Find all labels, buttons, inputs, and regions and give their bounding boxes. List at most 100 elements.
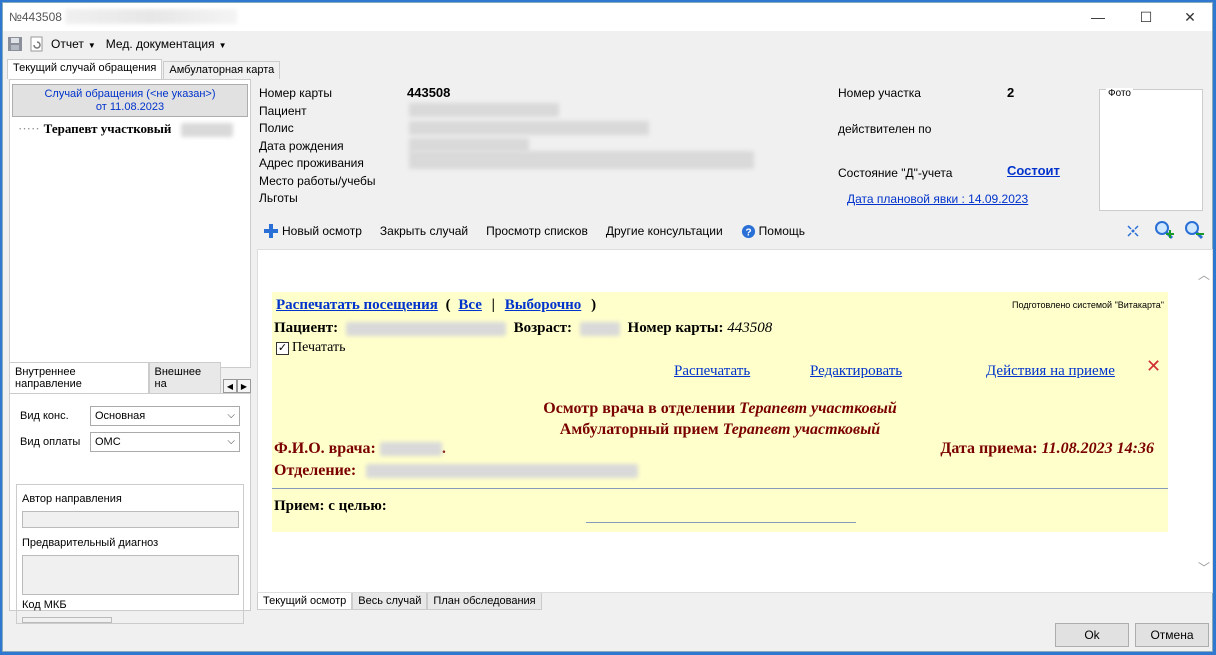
- document-scrollbar[interactable]: ︿ ﹀: [1194, 250, 1212, 592]
- fit-view-icon[interactable]: [1125, 223, 1141, 239]
- tab-whole-case[interactable]: Весь случай: [352, 593, 428, 610]
- scroll-up-icon[interactable]: ︿: [1198, 266, 1210, 283]
- title-bar: №443508 — ☐ ✕: [3, 3, 1212, 31]
- tree-item-label: Терапевт участковый: [43, 121, 172, 136]
- action-toolbar: Новый осмотр Закрыть случай Просмотр спи…: [257, 219, 1213, 243]
- menu-bar: Отчет ▼ Мед. документация ▼: [3, 33, 1212, 55]
- vid-oplaty-row: Вид оплаты ОМС ⌵: [20, 432, 240, 452]
- heading2-spec: Терапевт участковый: [722, 421, 881, 438]
- tab-external-referral[interactable]: Внешнее на: [148, 362, 221, 393]
- tree-item-therapist[interactable]: ····· Терапевт участковый: [18, 121, 233, 138]
- cancel-button[interactable]: Отмена: [1135, 623, 1209, 647]
- document-tabs: Текущий осмотр Весь случай План обследов…: [257, 593, 542, 610]
- tab-current-exam[interactable]: Текущий осмотр: [257, 593, 353, 610]
- redacted-doc-patient: [345, 321, 506, 336]
- card-label: Номер карты: [259, 86, 332, 100]
- patient-labels: Номер карты Пациент Полис Дата рождения …: [259, 85, 376, 208]
- patient-label: Пациент: [259, 103, 307, 118]
- separator: |: [491, 297, 495, 313]
- vid-kons-row: Вид конс. Основная ⌵: [20, 406, 240, 426]
- mkb-label: Код МКБ: [22, 599, 67, 611]
- menu-medical-docs[interactable]: Мед. документация ▼: [106, 37, 227, 51]
- actions-link[interactable]: Действия на приеме: [986, 363, 1115, 380]
- date-label: Дата приема:: [940, 440, 1038, 457]
- redacted-address: [409, 151, 754, 169]
- print-visits-link[interactable]: Распечатать посещения: [276, 297, 438, 313]
- purpose-label: Прием: с целью:: [274, 498, 387, 514]
- tab-exam-plan[interactable]: План обследования: [427, 593, 542, 610]
- print-visits-row: Распечатать посещения ( Все | Выборочно …: [276, 297, 596, 314]
- new-exam-label: Новый осмотр: [282, 224, 362, 238]
- visit-heading: Амбулаторный прием Терапевт участковый: [272, 421, 1168, 439]
- other-consult-button[interactable]: Другие консультации: [606, 224, 723, 238]
- close-case-button[interactable]: Закрыть случай: [380, 224, 468, 238]
- planned-visit-link[interactable]: Дата плановой явки : 14.09.2023: [847, 192, 1028, 206]
- caret-down-icon: ▼: [218, 41, 227, 50]
- d-status-label: Состояние "Д"-учета: [838, 166, 953, 180]
- policy-label: Полис: [259, 121, 294, 135]
- vid-oplaty-label: Вид оплаты: [20, 436, 81, 448]
- print-checkbox-label: Печатать: [292, 340, 346, 355]
- tab-ambulatory-card[interactable]: Амбулаторная карта: [163, 61, 281, 79]
- delete-icon[interactable]: ✕: [1146, 356, 1161, 377]
- zoom-in-icon[interactable]: [1153, 219, 1175, 241]
- divider: [272, 488, 1168, 489]
- referral-details-group: Автор направления Предварительный диагно…: [16, 484, 244, 624]
- selective-link[interactable]: Выборочно: [505, 297, 582, 313]
- prepared-by-note: Подготовлено системой "Витакарта": [1012, 300, 1164, 310]
- doc-card-label: Номер карты:: [627, 320, 724, 336]
- edit-link[interactable]: Редактировать: [810, 363, 902, 380]
- view-lists-button[interactable]: Просмотр списков: [486, 224, 588, 238]
- top-tabs: Текущий случай обращения Амбулаторная ка…: [7, 59, 281, 79]
- refresh-icon[interactable]: [29, 36, 45, 52]
- case-button[interactable]: Случай обращения (<не указан>) от 11.08.…: [12, 84, 248, 117]
- heading1-prefix: Осмотр врача в отделении: [543, 400, 736, 417]
- print-checkbox[interactable]: ✓: [276, 341, 289, 355]
- svg-text:?: ?: [745, 227, 751, 238]
- redacted-dob: [409, 138, 529, 152]
- redacted-age: [579, 321, 620, 336]
- redacted-name: [180, 123, 233, 138]
- document-view: Распечатать посещения ( Все | Выборочно …: [257, 249, 1213, 593]
- photo-box: Фото: [1099, 88, 1203, 211]
- doctor-label: Ф.И.О. врача:: [274, 440, 376, 457]
- all-link[interactable]: Все: [458, 297, 482, 313]
- mkb-field[interactable]: [22, 617, 112, 623]
- tab-scroll-right-icon[interactable]: ▶: [237, 379, 251, 393]
- date-value: 11.08.2023 14:36: [1041, 440, 1154, 457]
- save-icon[interactable]: [7, 36, 23, 52]
- plus-icon: [264, 224, 278, 238]
- help-icon: ?: [741, 224, 755, 238]
- redacted-policy: [409, 121, 649, 135]
- zoom-out-icon[interactable]: [1183, 219, 1205, 241]
- minimize-button[interactable]: —: [1075, 3, 1121, 31]
- heading2-prefix: Амбулаторный прием: [559, 421, 719, 438]
- scroll-down-icon[interactable]: ﹀: [1198, 559, 1210, 576]
- tab-current-case[interactable]: Текущий случай обращения: [7, 59, 163, 79]
- district-value: 2: [1007, 85, 1015, 100]
- new-exam-button[interactable]: Новый осмотр: [263, 223, 362, 239]
- diagnosis-field[interactable]: [22, 555, 239, 595]
- redacted-patient: [409, 103, 559, 117]
- photo-label: Фото: [1106, 88, 1133, 99]
- chevron-down-icon: ⌵: [227, 410, 235, 421]
- vid-kons-label: Вид конс.: [20, 410, 69, 422]
- window-title: №443508: [9, 10, 62, 24]
- vid-kons-select[interactable]: Основная ⌵: [90, 406, 240, 426]
- print-link[interactable]: Распечатать: [674, 363, 750, 380]
- tab-scroll-left-icon[interactable]: ◀: [223, 379, 237, 393]
- author-field[interactable]: [22, 511, 239, 528]
- address-label: Адрес проживания: [259, 156, 364, 170]
- vid-oplaty-value: ОМС: [95, 436, 121, 448]
- doc-card-value: 443508: [727, 320, 773, 336]
- menu-report-label: Отчет: [51, 37, 84, 51]
- d-status-link[interactable]: Состоит: [1007, 163, 1060, 178]
- help-button[interactable]: ? Помощь: [741, 224, 805, 239]
- ok-button[interactable]: Ok: [1055, 623, 1129, 647]
- vid-oplaty-select[interactable]: ОМС ⌵: [90, 432, 240, 452]
- maximize-button[interactable]: ☐: [1123, 3, 1169, 31]
- main-window: №443508 — ☐ ✕ Отчет ▼ Мед. документация ▼ …: [2, 2, 1213, 652]
- menu-report[interactable]: Отчет ▼: [51, 37, 96, 51]
- tab-internal-referral[interactable]: Внутреннее направление: [9, 362, 149, 393]
- close-window-button[interactable]: ✕: [1167, 3, 1213, 31]
